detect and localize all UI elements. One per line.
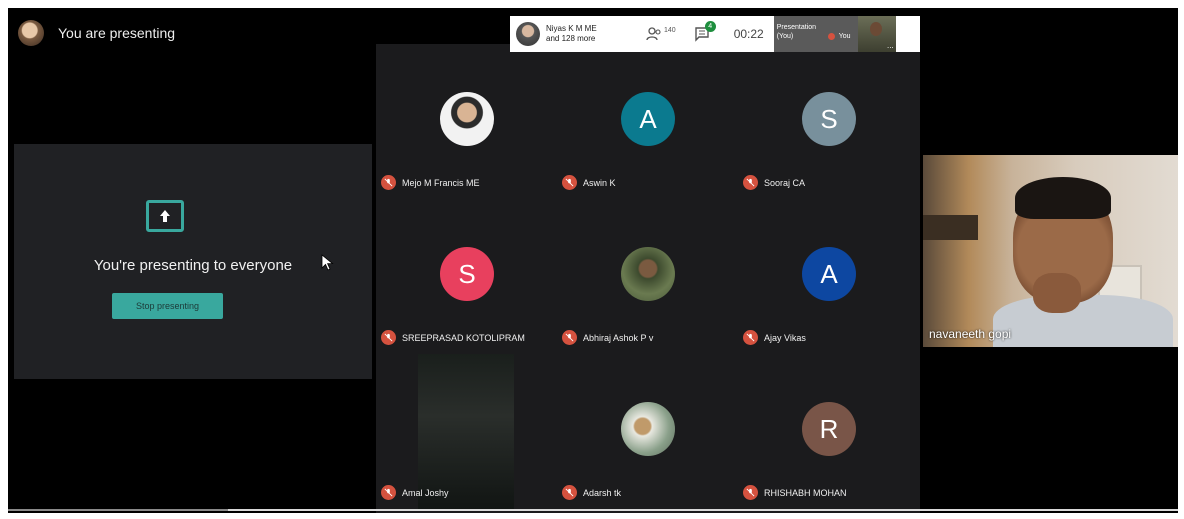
presenting-status: You are presenting: [58, 25, 176, 41]
presentation-label: Presentation: [776, 24, 817, 31]
participant-name: Abhiraj Ashok P v: [583, 332, 654, 343]
mic-off-icon: [743, 175, 758, 190]
people-icon: [646, 27, 661, 41]
self-view-name: navaneeth gopi: [929, 327, 1012, 341]
presentation-owner: (You): [776, 33, 794, 40]
participant-avatar: S: [802, 92, 856, 146]
presenting-header: You are presenting: [8, 8, 388, 58]
presentation-thumbnail[interactable]: Presentation (You) You ...: [773, 16, 896, 52]
meeting-timer: 00:22: [733, 27, 764, 41]
participant-photo-avatar: [621, 402, 675, 456]
participant-name: Adarsh tk: [583, 487, 622, 498]
mic-off-icon: [562, 175, 577, 190]
participant-photo-avatar: [440, 92, 494, 146]
present-screen-icon: [146, 200, 184, 232]
participant-grid: Mejo M Francis ME A Aswin K S Sooraj CA …: [376, 44, 920, 513]
mic-off-icon: [743, 485, 758, 500]
mouse-cursor-icon: [321, 254, 334, 271]
mic-off-icon: [827, 33, 835, 40]
participant-name: Sooraj CA: [764, 177, 806, 188]
participant-tile[interactable]: A Aswin K: [557, 44, 738, 199]
mic-off-icon: [381, 485, 396, 500]
people-button[interactable]: 140: [646, 26, 676, 42]
more-options[interactable]: ...: [887, 41, 894, 50]
participant-avatar: A: [802, 247, 856, 301]
chat-button[interactable]: 4: [694, 21, 716, 42]
participant-photo-avatar: [621, 247, 675, 301]
participant-avatar: R: [802, 402, 856, 456]
mic-off-icon: [381, 330, 396, 345]
participant-tile[interactable]: Mejo M Francis ME: [376, 44, 557, 199]
self-view-video: navaneeth gopi: [923, 155, 1178, 347]
presenting-panel: You're presenting to everyone Stop prese…: [14, 144, 372, 379]
participant-name: Aswin K: [583, 177, 616, 188]
participant-tile[interactable]: Adarsh tk: [557, 354, 738, 509]
participant-name: RHISHABH MOHAN: [764, 487, 847, 498]
participant-tile[interactable]: Amal Joshy: [376, 354, 557, 509]
participant-name: Ajay Vikas: [764, 332, 806, 343]
participant-name: SREEPRASAD KOTOLIPRAM: [402, 332, 525, 343]
you-label: You: [838, 33, 851, 40]
video-progress-fill: [8, 509, 228, 511]
participant-tile[interactable]: S SREEPRASAD KOTOLIPRAM: [376, 199, 557, 354]
participant-name: Mejo M Francis ME: [402, 177, 480, 188]
participants-count: 140: [664, 26, 676, 34]
participant-tile[interactable]: Abhiraj Ashok P v: [557, 199, 738, 354]
participant-tile[interactable]: A Ajay Vikas: [738, 199, 919, 354]
presenter-name: Niyas K M ME: [546, 24, 597, 33]
participant-avatar: S: [440, 247, 494, 301]
chat-badge: 4: [704, 21, 716, 32]
mic-off-icon: [743, 330, 758, 345]
stop-presenting-button[interactable]: Stop presenting: [112, 293, 223, 319]
presenter-more: and 128 more: [546, 34, 596, 43]
presenter-summary[interactable]: Niyas K M ME and 128 more: [546, 24, 632, 44]
participant-avatar: A: [621, 92, 675, 146]
mic-off-icon: [381, 175, 396, 190]
presenter-avatar: [516, 22, 540, 46]
participant-name: Amal Joshy: [402, 487, 449, 498]
participant-tile[interactable]: R RHISHABH MOHAN: [738, 354, 919, 509]
user-avatar: [18, 20, 44, 46]
meeting-info-bar: Niyas K M ME and 128 more 140 4 00:22 Pr…: [510, 16, 920, 52]
mic-off-icon: [562, 330, 577, 345]
mic-off-icon: [562, 485, 577, 500]
participant-tile[interactable]: S Sooraj CA: [738, 44, 919, 199]
presenting-title: You're presenting to everyone: [93, 257, 293, 274]
meeting-window: You are presenting You're presenting to …: [8, 8, 1178, 513]
